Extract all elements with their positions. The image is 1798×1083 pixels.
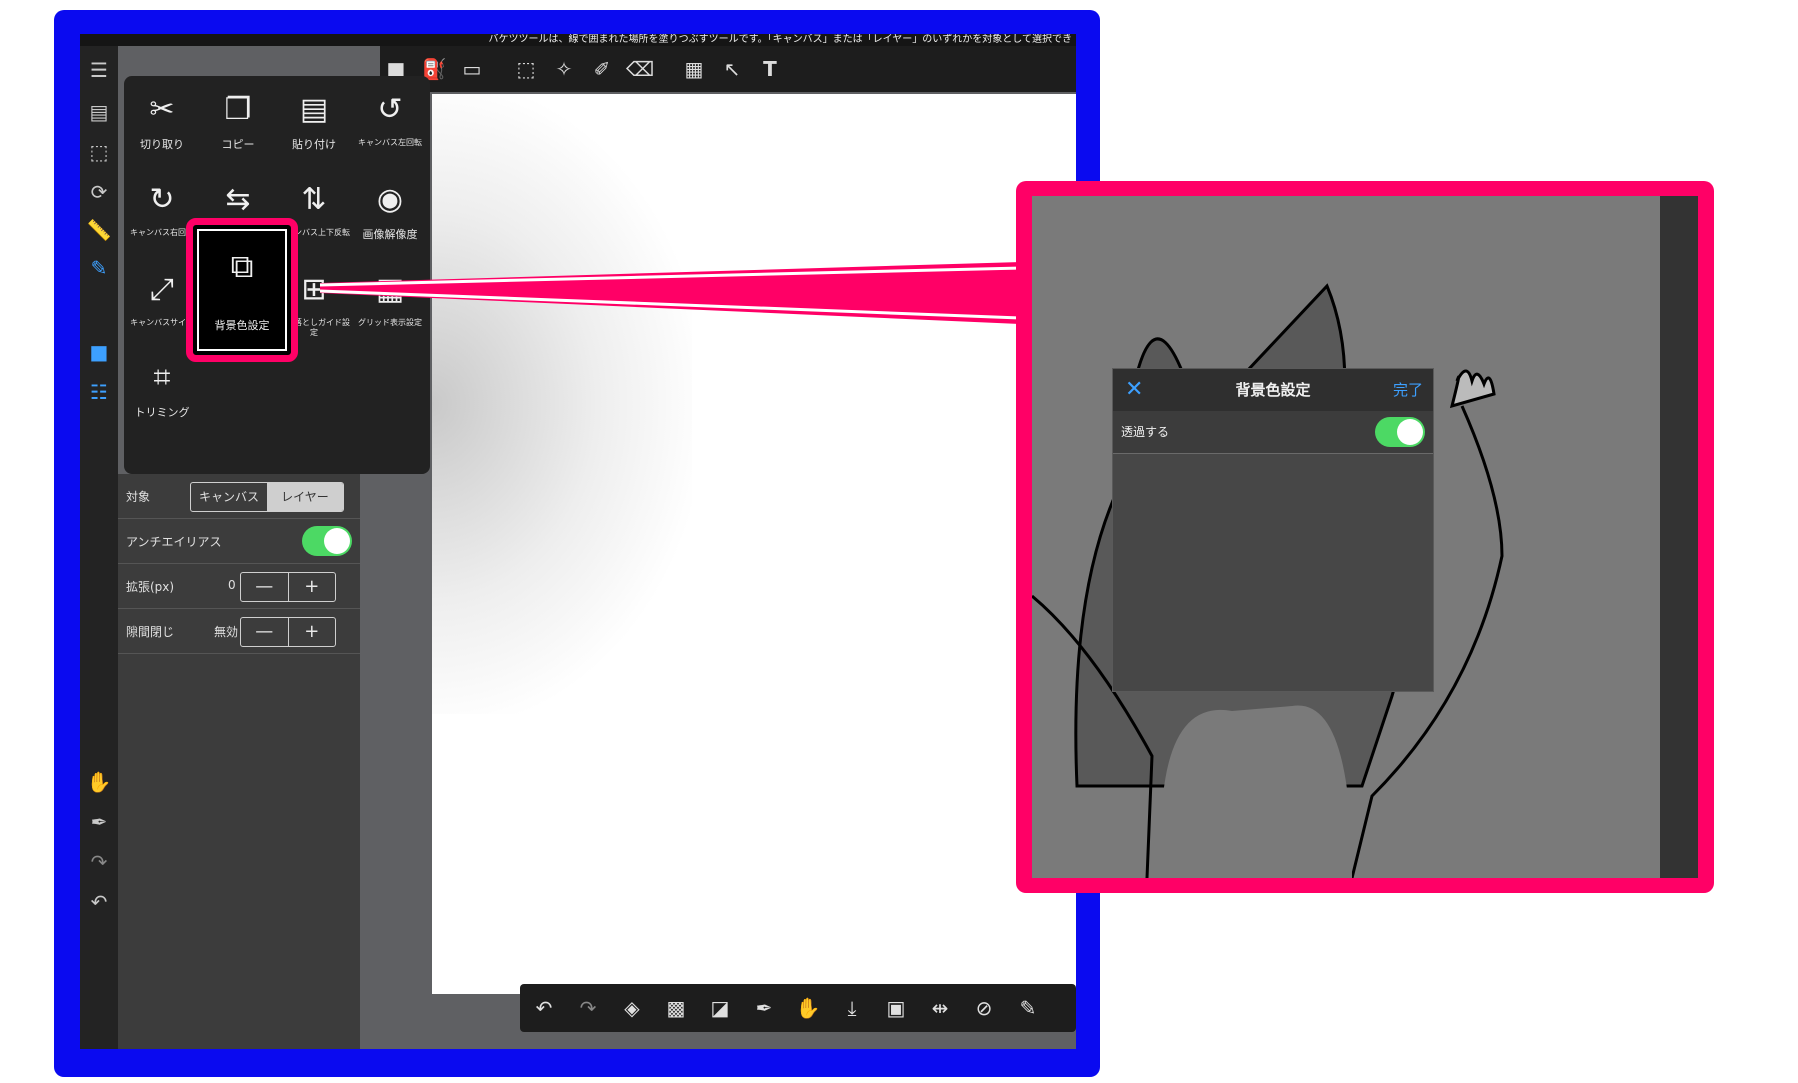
dialog-title: 背景色設定 <box>1235 381 1311 399</box>
menu-item-background-color[interactable]: ⧉ 背景色設定 <box>186 218 298 362</box>
dialog-header: 背景色設定 ✕ 完了 <box>1113 369 1433 411</box>
menu-item-label: 背景色設定 <box>214 319 270 332</box>
close-icon[interactable]: ✕ <box>1125 369 1143 411</box>
background-color-dialog: 背景色設定 ✕ 完了 透過する <box>1112 368 1434 692</box>
transparent-toggle[interactable] <box>1375 417 1425 447</box>
done-button[interactable]: 完了 <box>1393 369 1423 411</box>
right-scroll-strip <box>1660 196 1698 878</box>
background-color-icon: ⧉ <box>230 247 254 285</box>
transparent-label: 透過する <box>1121 425 1170 439</box>
zoom-callout-view: 背景色設定 ✕ 完了 透過する <box>1032 196 1698 878</box>
transparent-row: 透過する <box>1113 411 1433 454</box>
